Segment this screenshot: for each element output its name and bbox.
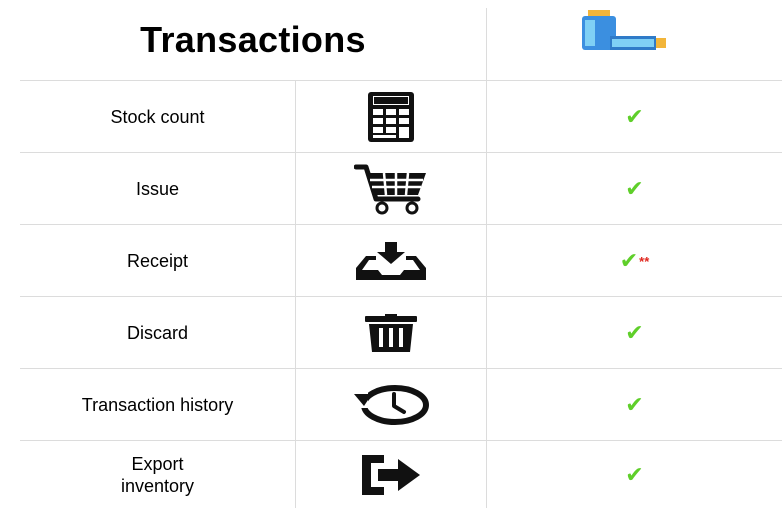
row-icon-cell <box>296 369 486 441</box>
check-cell: ✔ ** <box>487 225 782 297</box>
calculator-icon <box>368 92 414 142</box>
row-label: Discard <box>126 323 188 343</box>
shopping-cart-icon <box>354 164 426 215</box>
transactions-table: Transactions Stock count ✔ Issue ✔ Recei… <box>0 0 782 508</box>
checkmark-icon: ✔ <box>625 392 644 417</box>
footnote-marker: ** <box>639 253 650 269</box>
check-cell: ✔ <box>487 153 782 225</box>
row-label: Export inventory <box>20 441 295 508</box>
row-icon-cell <box>296 297 486 369</box>
vial-icon <box>582 10 666 50</box>
table-row: Stock count ✔ <box>20 81 782 153</box>
check-cell: ✔ <box>487 441 782 508</box>
row-label-line: inventory <box>120 475 195 496</box>
table-row: Receipt ✔ ** <box>20 225 782 297</box>
table-row: Transaction history ✔ <box>20 369 782 441</box>
row-icon-cell <box>296 225 486 297</box>
check-cell: ✔ <box>487 369 782 441</box>
checkmark-icon: ✔ <box>625 461 644 487</box>
table-row: Discard ✔ <box>20 297 782 369</box>
row-icon-cell <box>296 153 486 225</box>
row-label: Issue <box>135 179 180 199</box>
checkmark-icon: ✔ <box>625 320 644 345</box>
checkmark-icon: ✔ <box>619 248 639 273</box>
trash-icon <box>365 314 417 352</box>
table-row: Issue ✔ <box>20 153 782 225</box>
check-cell: ✔ <box>487 81 782 153</box>
checkmark-icon: ✔ <box>625 176 644 201</box>
row-label: Receipt <box>126 251 189 271</box>
row-icon-cell <box>296 441 486 508</box>
history-icon <box>352 385 429 425</box>
table-row: Export inventory ✔ <box>20 441 782 508</box>
inbox-download-icon <box>356 242 426 280</box>
row-icon-cell <box>296 81 486 153</box>
check-cell: ✔ <box>487 297 782 369</box>
checkmark-icon: ✔ <box>625 104 644 129</box>
page-title: Transactions <box>140 19 366 60</box>
row-label: Stock count <box>110 107 205 127</box>
table-header: Transactions <box>0 0 782 80</box>
row-label-line: Export <box>131 453 184 474</box>
export-icon <box>362 454 420 495</box>
row-label: Transaction history <box>81 395 234 415</box>
